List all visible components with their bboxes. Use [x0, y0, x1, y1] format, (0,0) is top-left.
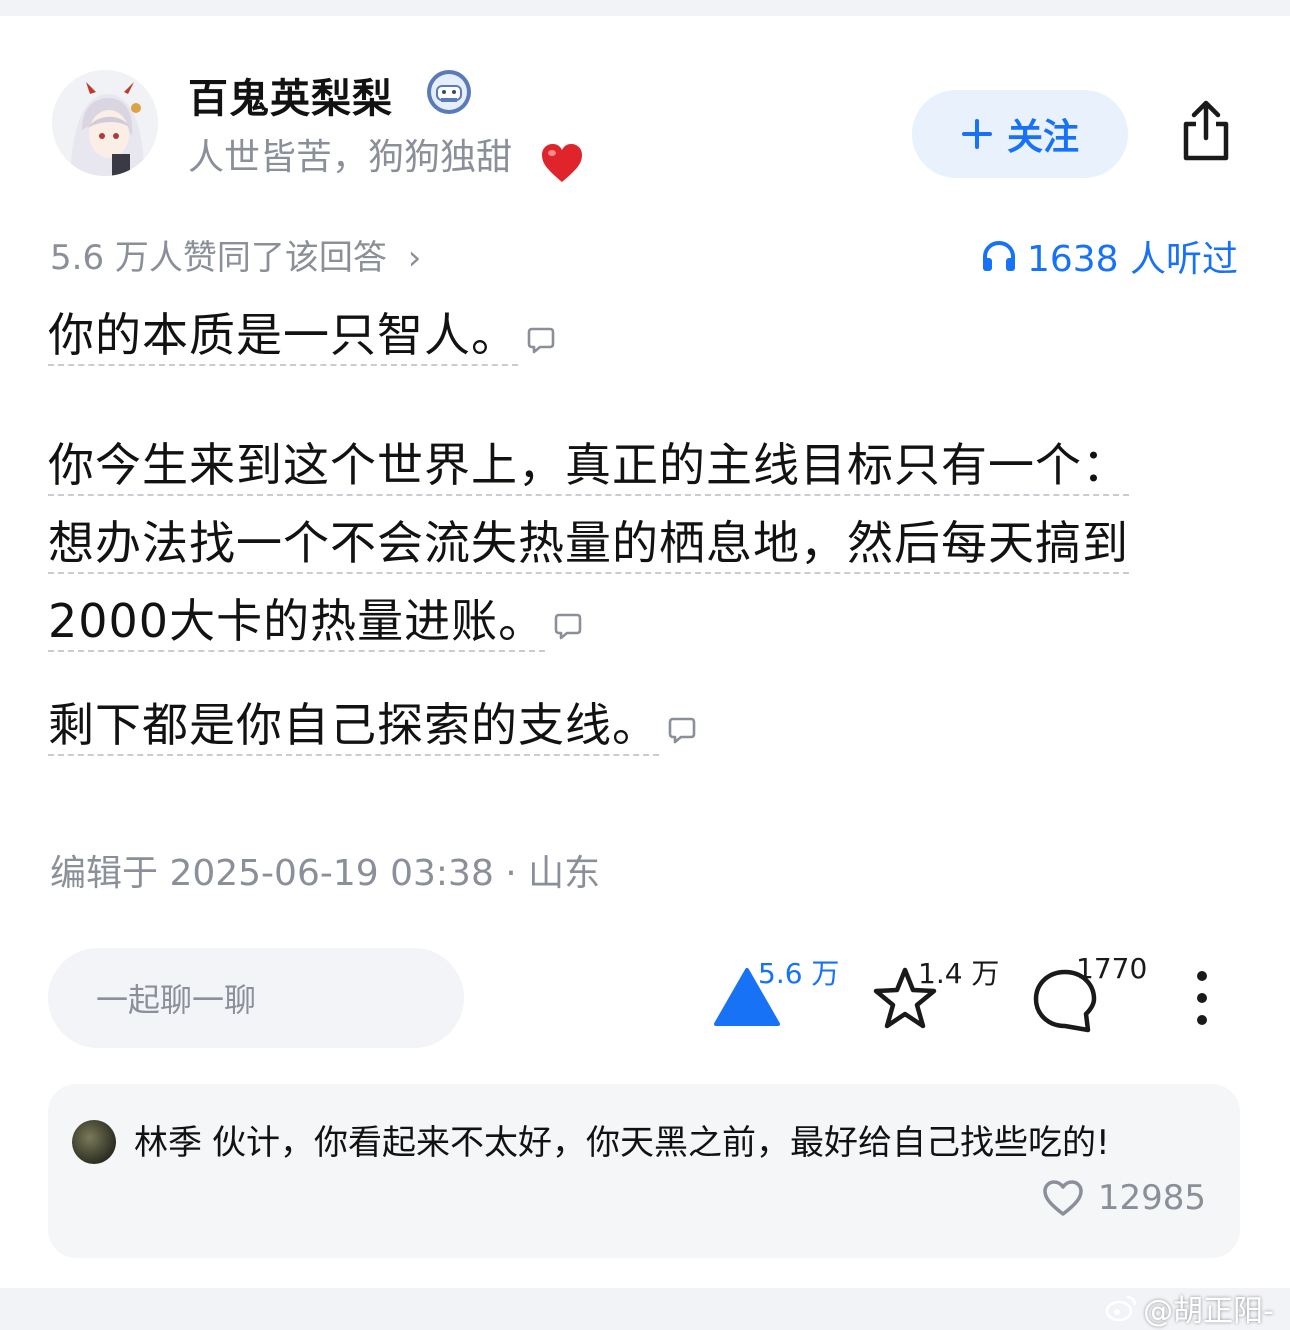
paragraph-1-text[interactable]: 你的本质是一只智人。	[48, 308, 518, 366]
author-name[interactable]: 百鬼英梨梨	[188, 66, 393, 124]
weibo-logo-icon	[1105, 1295, 1137, 1322]
heart-emoji-icon	[540, 142, 584, 184]
author-bio: 人世皆苦，狗狗独甜	[188, 137, 513, 178]
segment-comment-icon[interactable]	[667, 715, 697, 745]
heart-outline-icon	[1043, 1180, 1083, 1216]
paragraph-3-text[interactable]: 剩下都是你自己探索的支线。	[48, 698, 659, 756]
agree-count-link[interactable]: 5.6 万人赞同了该回答 ›	[50, 230, 421, 279]
watermark-text: @胡正阳-	[1143, 1294, 1274, 1329]
paragraph-2-line-3[interactable]: 2000大卡的热量进账。	[48, 594, 546, 652]
follow-button[interactable]: 关注	[912, 90, 1128, 178]
watermark: @胡正阳-	[1105, 1286, 1274, 1330]
comment-author-name[interactable]: 林季	[134, 1123, 202, 1163]
more-options-icon[interactable]	[1192, 968, 1212, 1028]
paragraph-2-line-2[interactable]: 想办法找一个不会流失热量的栖息地，然后每天搞到	[48, 516, 1129, 574]
favorite-count: 1.4 万	[918, 957, 1000, 990]
share-icon[interactable]	[1176, 98, 1236, 164]
answer-card: 百鬼英梨梨 人世皆苦，狗狗独甜 关注 5.6 万人赞同了该回答 › 1638 人…	[0, 16, 1290, 1288]
listen-text: 1638 人听过	[1026, 239, 1238, 280]
segment-comment-icon[interactable]	[553, 611, 583, 641]
featured-comment[interactable]: 林季 伙计，你看起来不太好，你天黑之前，最好给自己找些吃的! 12985	[48, 1084, 1240, 1258]
headphones-icon	[982, 240, 1015, 271]
plus-icon	[961, 119, 992, 149]
chat-placeholder: 一起聊一聊	[96, 981, 257, 1019]
segment-comment-icon[interactable]	[526, 325, 556, 355]
follow-label: 关注	[1006, 117, 1079, 158]
listen-count[interactable]: 1638 人听过	[981, 230, 1238, 282]
edit-time-location: 编辑于 2025-06-19 03:38 · 山东	[50, 853, 601, 894]
chevron-right-icon: ›	[407, 238, 422, 278]
verified-badge-icon	[425, 68, 473, 116]
paragraph-2-line-1[interactable]: 你今生来到这个世界上，真正的主线目标只有一个：	[48, 438, 1129, 496]
comment-count: 1770	[1076, 952, 1148, 985]
author-avatar[interactable]	[52, 70, 158, 176]
comment-body: 林季 伙计，你看起来不太好，你天黑之前，最好给自己找些吃的!	[72, 1112, 1202, 1174]
upvote-count: 5.6 万	[758, 957, 840, 990]
paragraph-2: 你今生来到这个世界上，真正的主线目标只有一个： 想办法找一个不会流失热量的栖息地…	[48, 426, 1129, 660]
chat-input[interactable]: 一起聊一聊	[48, 948, 464, 1048]
comment-like-count: 12985	[1097, 1178, 1206, 1218]
comment-text: 伙计，你看起来不太好，你天黑之前，最好给自己找些吃的!	[212, 1123, 1110, 1163]
paragraph-1: 你的本质是一只智人。	[48, 296, 556, 374]
comment-like-button[interactable]: 12985	[1042, 1178, 1206, 1218]
paragraph-3: 剩下都是你自己探索的支线。	[48, 686, 697, 764]
agree-text: 5.6 万人赞同了该回答	[50, 238, 387, 278]
